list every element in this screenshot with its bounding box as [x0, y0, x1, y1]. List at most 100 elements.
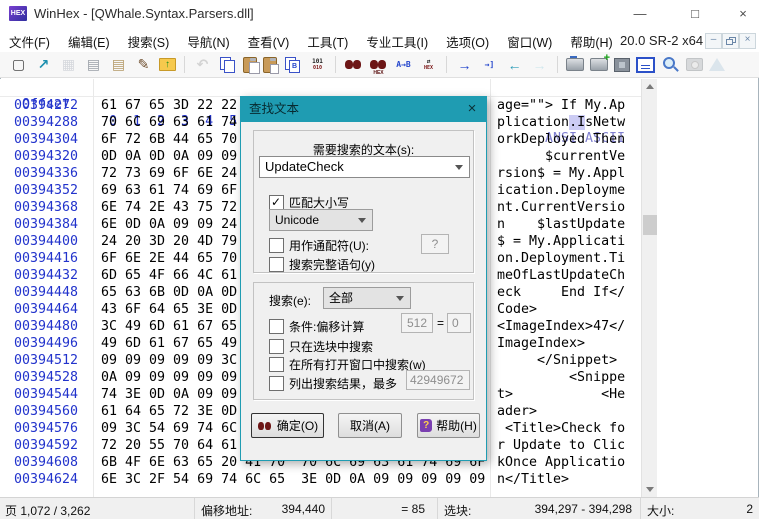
- row-hex-bytes[interactable]: 6D 65 4F 66 4C 61: [101, 267, 237, 284]
- row-hex-bytes[interactable]: 70 6C 69 63 61 74: [101, 114, 237, 131]
- checkbox-icon[interactable]: [269, 319, 284, 334]
- paste-into-icon[interactable]: [243, 57, 257, 73]
- copy-icon[interactable]: [218, 56, 237, 74]
- row-ascii-text[interactable]: $currentVe: [497, 148, 625, 165]
- row-ascii-text[interactable]: </Snippet>: [497, 352, 625, 369]
- binary-conversion-icon[interactable]: 101010: [308, 56, 327, 74]
- goto-block-icon[interactable]: →]: [480, 56, 499, 74]
- row-ascii-text[interactable]: <Title>Check fo: [497, 420, 625, 437]
- calculator-icon[interactable]: [636, 57, 655, 73]
- print-options-icon[interactable]: ▤: [109, 56, 128, 74]
- replace-text-icon[interactable]: A→B: [394, 56, 413, 74]
- row-hex-bytes[interactable]: 72 20 55 70 64 61: [101, 437, 237, 454]
- row-hex-bytes[interactable]: 49 6D 61 67 65 49: [101, 335, 237, 352]
- row-ascii-text[interactable]: age=""> If My.Ap: [497, 97, 625, 114]
- menu-item-8[interactable]: 窗口(W): [498, 28, 561, 52]
- row-ascii-text[interactable]: n</Title>: [497, 471, 625, 488]
- row-hex-bytes[interactable]: 24 20 3D 20 4D 79: [101, 233, 237, 250]
- find-hex-icon[interactable]: HEX: [369, 56, 388, 74]
- row-hex-bytes[interactable]: 6E 74 2E 43 75 72: [101, 199, 237, 216]
- row-hex-bytes[interactable]: 0A 09 09 09 09 09: [101, 369, 237, 386]
- dialog-close-icon[interactable]: ×: [462, 97, 482, 122]
- maximize-icon[interactable]: □: [683, 3, 707, 24]
- row-hex-bytes[interactable]: 3C 49 6D 61 67 65: [101, 318, 237, 335]
- copy-hex-values-icon[interactable]: [283, 56, 302, 74]
- row-ascii-text[interactable]: rsion$ = My.Appl: [497, 165, 625, 182]
- checkbox-icon[interactable]: [269, 339, 284, 354]
- row-ascii-text[interactable]: orkDeployed Then: [497, 131, 625, 148]
- checkbox-icon[interactable]: [269, 357, 284, 372]
- menu-item-0[interactable]: 文件(F): [0, 28, 59, 52]
- search-in-block-checkbox[interactable]: 只在选块中搜索: [269, 338, 373, 355]
- row-hex-bytes[interactable]: 6F 72 6B 44 65 70: [101, 131, 237, 148]
- open-file-icon[interactable]: ↗: [34, 56, 53, 74]
- mdi-minimize-icon[interactable]: –: [705, 33, 722, 49]
- checkbox-icon[interactable]: [269, 257, 284, 272]
- encoding-combobox[interactable]: Unicode: [269, 209, 373, 231]
- scope-combobox[interactable]: 全部: [323, 287, 411, 309]
- scroll-up-icon[interactable]: [642, 79, 658, 95]
- chevron-down-icon[interactable]: [358, 218, 366, 223]
- mdi-close-icon[interactable]: ×: [739, 33, 756, 49]
- menu-item-4[interactable]: 查看(V): [239, 28, 299, 52]
- row-ascii-text[interactable]: n $lastUpdate: [497, 216, 625, 233]
- row-ascii-text[interactable]: <Snippe: [497, 369, 625, 386]
- chevron-down-icon[interactable]: [455, 165, 463, 170]
- open-disk-icon[interactable]: [566, 58, 584, 71]
- replace-hex-icon[interactable]: ⇄HEX: [419, 56, 438, 74]
- row-hex-bytes[interactable]: 65 63 6B 0D 0A 0D: [101, 284, 237, 301]
- menu-item-7[interactable]: 选项(O): [437, 28, 498, 52]
- row-hex-bytes[interactable]: 43 6F 64 65 3E 0D: [101, 301, 237, 318]
- row-ascii-text[interactable]: t> <He: [497, 386, 625, 403]
- checkbox-icon[interactable]: [269, 376, 284, 391]
- row-ascii-text[interactable]: eck End If</: [497, 284, 625, 301]
- close-icon[interactable]: ×: [731, 3, 755, 24]
- row-ascii-text[interactable]: ication.Deployme: [497, 182, 625, 199]
- search-text-combobox[interactable]: UpdateCheck: [259, 156, 470, 178]
- menu-item-1[interactable]: 编辑(E): [59, 28, 119, 52]
- row-hex-bytes[interactable]: 09 09 09 09 09 3C: [101, 352, 237, 369]
- magnifier-icon[interactable]: [661, 56, 680, 74]
- row-hex-bytes[interactable]: 6F 6E 2E 44 65 70: [101, 250, 237, 267]
- minimize-icon[interactable]: —: [628, 3, 652, 24]
- goto-offset-icon[interactable]: →: [455, 56, 474, 74]
- open-ram-icon[interactable]: [614, 58, 630, 72]
- row-hex-bytes[interactable]: 61 64 65 72 3E 0D: [101, 403, 237, 420]
- row-ascii-text[interactable]: $ = My.Applicati: [497, 233, 625, 250]
- row-ascii-text[interactable]: meOfLastUpdateCh: [497, 267, 625, 284]
- open-folder-icon[interactable]: ↑: [159, 58, 176, 71]
- row-ascii-text[interactable]: Code>: [497, 301, 625, 318]
- row-ascii-text[interactable]: <ImageIndex>47</: [497, 318, 625, 335]
- row-hex-bytes[interactable]: 6E 0D 0A 09 09 24: [101, 216, 237, 233]
- row-hex-bytes[interactable]: 6E 3C 2F 54 69 74 6C 65 3E 0D 0A 09 09 0…: [101, 471, 485, 488]
- scrollbar-thumb[interactable]: [643, 215, 657, 235]
- row-hex-bytes[interactable]: 74 3E 0D 0A 09 09: [101, 386, 237, 403]
- new-file-icon[interactable]: ▢: [9, 56, 28, 74]
- clone-disk-icon[interactable]: [590, 58, 608, 71]
- menu-item-3[interactable]: 导航(N): [178, 28, 238, 52]
- menu-item-5[interactable]: 工具(T): [298, 28, 357, 52]
- back-icon[interactable]: ←: [505, 56, 524, 74]
- whole-words-checkbox[interactable]: 搜索完整语句(y): [269, 256, 375, 273]
- checkbox-icon[interactable]: [269, 238, 284, 253]
- cancel-button[interactable]: 取消(A): [338, 413, 402, 438]
- checkbox-checked-icon[interactable]: [269, 195, 284, 210]
- row-hex-bytes[interactable]: 61 67 65 3D 22 22: [101, 97, 237, 114]
- properties-icon[interactable]: ✎: [134, 56, 153, 74]
- row-hex-bytes[interactable]: 09 3C 54 69 74 6C: [101, 420, 237, 437]
- row-ascii-text[interactable]: kOnce Applicatio: [497, 454, 625, 471]
- ok-button[interactable]: 确定(O): [251, 413, 324, 438]
- paste-icon[interactable]: [263, 57, 277, 73]
- vertical-scrollbar[interactable]: [641, 79, 657, 497]
- row-ascii-text[interactable]: plication.IsNetw: [497, 114, 625, 131]
- menu-item-9[interactable]: 帮助(H): [561, 28, 621, 52]
- scroll-down-icon[interactable]: [642, 481, 658, 497]
- wildcard-checkbox[interactable]: 用作通配符(U):: [269, 237, 369, 254]
- chevron-down-icon[interactable]: [396, 296, 404, 301]
- row-hex-bytes[interactable]: 0D 0A 0D 0A 09 09: [101, 148, 237, 165]
- all-windows-checkbox[interactable]: 在所有打开窗口中搜索(w): [269, 356, 426, 373]
- condition-checkbox[interactable]: 条件:偏移计算: [269, 318, 364, 335]
- mdi-restore-icon[interactable]: [722, 33, 739, 49]
- list-results-checkbox[interactable]: 列出搜索结果，最多: [269, 375, 397, 392]
- row-ascii-text[interactable]: ader>: [497, 403, 625, 420]
